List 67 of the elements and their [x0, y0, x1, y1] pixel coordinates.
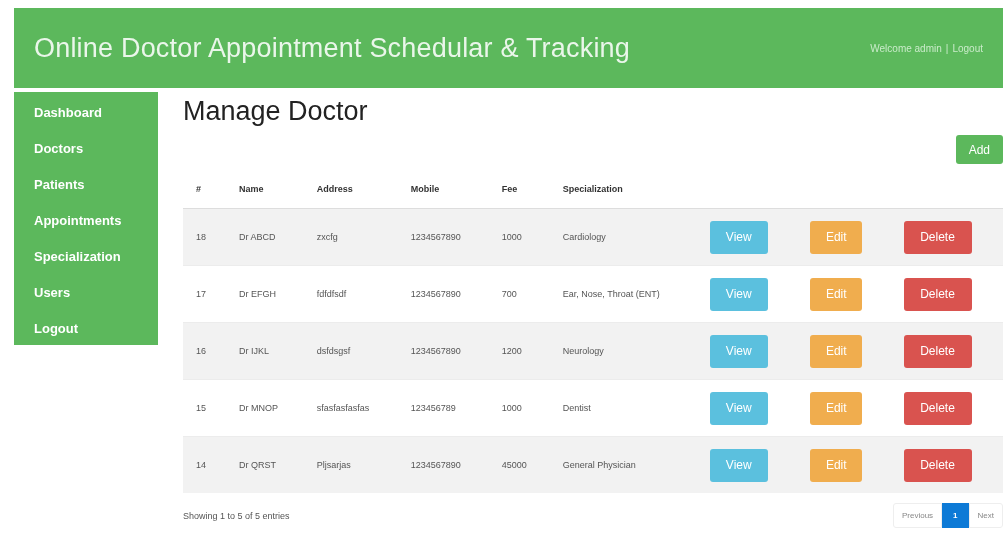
sidebar-item[interactable]: Dashboard [34, 102, 102, 138]
delete-button[interactable]: Delete [903, 220, 972, 254]
delete-button[interactable]: Delete [903, 448, 972, 482]
separator: | [945, 42, 949, 54]
table-cell: 123456789 [410, 403, 456, 413]
table-cell: 15 [196, 403, 206, 413]
table-cell: 17 [196, 289, 206, 299]
table-cell: Dr MNOP [239, 403, 279, 413]
sidebar-item[interactable]: Appointments [34, 210, 122, 246]
table-cell: zxcfg [316, 232, 338, 242]
edit-button[interactable]: Edit [810, 391, 863, 425]
edit-button[interactable]: Edit [810, 334, 863, 368]
table-cell: Dr QRST [239, 460, 277, 470]
view-button[interactable]: View [709, 334, 768, 368]
column-header[interactable]: Name [239, 184, 264, 194]
column-header[interactable]: # [196, 184, 201, 194]
table-cell: 1000 [501, 403, 522, 413]
sidebar-item[interactable]: Patients [34, 174, 85, 210]
table-cell: 1000 [501, 232, 522, 242]
column-header[interactable]: Address [316, 184, 353, 194]
page-title: Manage Doctor [183, 96, 368, 127]
table-cell: 1200 [501, 346, 522, 356]
table-cell: 18 [196, 232, 206, 242]
table-cell: Dr IJKL [239, 346, 270, 356]
table-cell: Ear, Nose, Throat (ENT) [562, 289, 660, 299]
delete-button[interactable]: Delete [903, 334, 972, 368]
delete-button[interactable]: Delete [903, 391, 972, 425]
view-button[interactable]: View [709, 277, 768, 311]
logout-link[interactable]: Logout [952, 42, 983, 54]
page-button[interactable]: 1 [942, 503, 969, 528]
table-cell: 14 [196, 460, 206, 470]
next-button[interactable]: Next [968, 503, 1003, 528]
table-cell: Pljsarjas [316, 460, 351, 470]
entries-info: Showing 1 to 5 of 5 entries [183, 510, 290, 521]
table-cell: 700 [501, 289, 517, 299]
column-header[interactable]: Specialization [562, 184, 623, 194]
edit-button[interactable]: Edit [810, 448, 863, 482]
sidebar-item[interactable]: Logout [34, 318, 79, 354]
table-cell: Dr EFGH [239, 289, 277, 299]
column-header[interactable]: Mobile [410, 184, 440, 194]
view-button[interactable]: View [709, 448, 768, 482]
table-cell: Dr ABCD [239, 232, 276, 242]
table-cell: 45000 [501, 460, 527, 470]
table-cell: 1234567890 [410, 460, 461, 470]
column-header[interactable]: Fee [501, 184, 518, 194]
edit-button[interactable]: Edit [810, 277, 863, 311]
table-cell: 1234567890 [410, 232, 461, 242]
table-cell: Dentist [562, 403, 591, 413]
view-button[interactable]: View [709, 391, 768, 425]
table-cell: 1234567890 [410, 346, 461, 356]
table-cell: dsfdsgsf [316, 346, 351, 356]
add-button[interactable]: Add [955, 135, 1003, 164]
sidebar-item[interactable]: Specialization [34, 246, 121, 282]
user-name: Welcome admin [870, 42, 942, 54]
delete-button[interactable]: Delete [903, 277, 972, 311]
table-cell: Neurology [562, 346, 604, 356]
table-cell: sfasfasfasfas [316, 403, 370, 413]
table-cell: 1234567890 [410, 289, 461, 299]
view-button[interactable]: View [709, 220, 768, 254]
table-cell: fdfdfsdf [316, 289, 347, 299]
sidebar-item[interactable]: Users [34, 282, 71, 318]
table-cell: General Physician [562, 460, 636, 470]
edit-button[interactable]: Edit [810, 220, 863, 254]
app-title: Online Doctor Appointment Schedular & Tracking [34, 32, 630, 64]
sidebar-item[interactable]: Doctors [34, 138, 84, 174]
table-cell: Cardiology [562, 232, 606, 242]
table-cell: 16 [196, 346, 206, 356]
